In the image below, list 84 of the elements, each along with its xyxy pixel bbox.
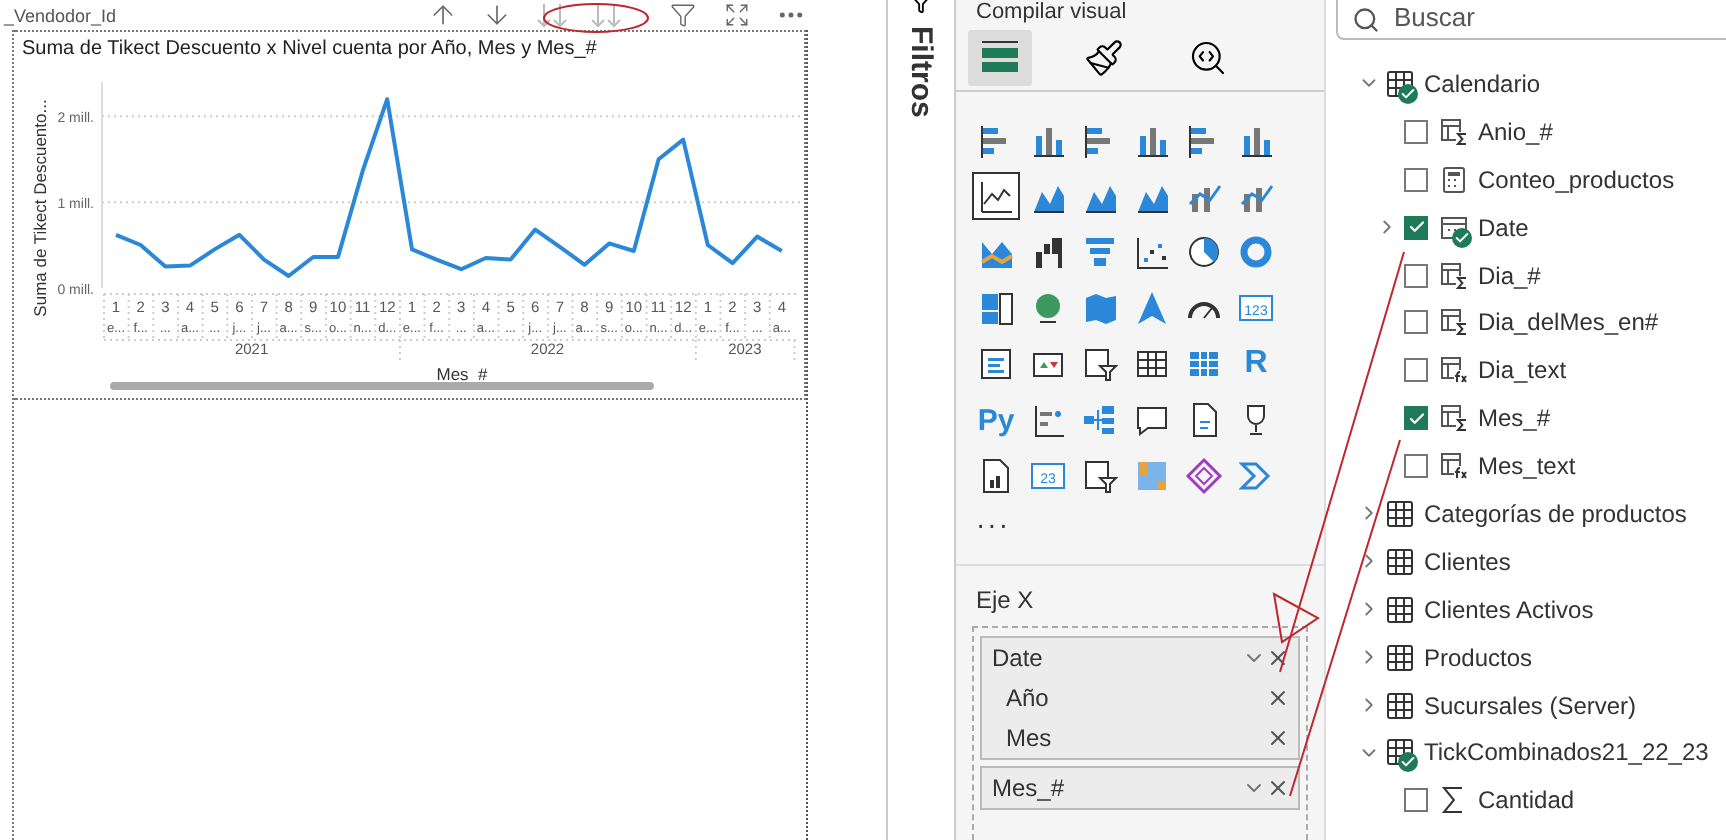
field-item[interactable]: Anio_# [1336,107,1726,156]
donut-chart-icon [1236,232,1276,272]
fields-grid-icon [978,37,1022,77]
line-chart-visual[interactable] [14,30,806,400]
treemap-icon [976,288,1016,328]
field-item[interactable]: Mes_text [1336,442,1726,491]
field-item[interactable]: Mes_# [1336,394,1726,443]
line-chart-icon [976,176,1016,216]
checkbox[interactable] [1404,310,1428,335]
numeric-field-icon [1440,308,1468,337]
table-item[interactable]: Sucursales (Server) [1336,681,1726,729]
more-visuals-button[interactable]: ··· [976,508,1324,544]
field-pill[interactable]: Mes_# [980,766,1300,810]
search-icon [1352,6,1380,34]
table-icon [1386,643,1414,672]
numeric-field-icon [1440,404,1468,433]
checkbox[interactable] [1404,788,1428,813]
focus-mode-icon[interactable] [724,2,750,28]
pane-title: Compilar visual [976,0,1129,24]
arrow-down-icon[interactable] [482,0,512,30]
build-visual-tab[interactable] [968,29,1032,85]
analytics-icon[interactable] [1188,37,1228,77]
calculated-field-icon [1440,452,1468,481]
checkbox[interactable] [1404,406,1428,431]
field-item[interactable]: Cantidad [1336,776,1726,825]
table-item[interactable]: TickCombinados21_22_23 [1336,728,1726,777]
table-item[interactable]: Calendario [1336,60,1726,108]
double-arrow-down-icon[interactable] [535,1,567,29]
field-item[interactable]: Dia_delMes_en# [1336,298,1726,347]
field-pill[interactable]: Date Año Mes [980,636,1300,760]
filter-field-label[interactable]: _Vendodor_Id [4,5,416,25]
field-well[interactable]: Date Año Mes Mes_# [972,626,1308,840]
table-icon [1386,547,1414,576]
diamond-icon [1184,456,1224,496]
arrow-icon [1132,288,1172,328]
chart-title: Suma de Tikect Descuento x Nivel cuenta por Año, Mes y Mes_# [22,38,597,60]
field-item[interactable]: Date [1336,203,1726,252]
table-item[interactable]: Clientes [1336,537,1726,586]
table-icon [1386,691,1414,720]
checkbox[interactable] [1404,215,1428,240]
checkbox[interactable] [1404,167,1428,192]
checkbox[interactable] [1404,454,1428,479]
field-item[interactable]: Dia_# [1336,251,1726,299]
filters-pane-title[interactable]: Filtros [904,26,938,118]
annotation-ellipse [540,0,652,36]
list-card-icon [976,344,1016,384]
checkbox[interactable] [1404,358,1428,383]
slicer-icon [1080,456,1120,496]
numeric-field-icon [1440,117,1468,146]
well-label: Eje X [976,586,1036,614]
tree-icon [1080,400,1120,440]
slicer-icon [1080,344,1120,384]
field-name: Año [1006,684,1051,712]
map-icon [1080,288,1120,328]
double-arrow-down-icon[interactable] [589,1,621,29]
close-icon[interactable] [1266,686,1290,710]
field-item[interactable]: Dia_text [1336,346,1726,395]
close-icon[interactable] [1266,646,1290,670]
sigma-icon [1440,786,1468,815]
field-name: Date [992,644,1045,672]
table-item[interactable]: Categorías de productos [1336,490,1726,538]
visual-type-button[interactable] [972,172,1020,220]
search-field[interactable]: Buscar [1336,0,1726,40]
close-icon[interactable] [1266,776,1290,800]
app-icon [1132,456,1172,496]
funnel-chart-icon [1080,232,1120,272]
numeric-field-icon [1440,261,1468,289]
scatter-chart-icon [1132,232,1172,272]
checkbox[interactable] [1404,119,1428,144]
field-name: Mes [1006,724,1054,752]
table-item[interactable]: Productos [1336,633,1726,682]
table-icon [1386,499,1414,528]
field-name: Mes_# [992,774,1067,802]
calculated-field-icon [1440,356,1468,385]
pie-chart-icon [1184,232,1224,272]
calculator-icon [1440,165,1468,194]
scrollbar[interactable] [110,382,654,390]
close-icon[interactable] [1266,726,1290,750]
table-icon [1386,595,1414,624]
field-item[interactable]: Conteo_productos [1336,155,1726,204]
paintbrush-icon[interactable] [1084,37,1124,77]
table-item[interactable]: Clientes Activos [1336,585,1726,634]
y-axis-title: Suma de Tikect Descuento... [30,99,50,317]
checkbox[interactable] [1404,263,1428,287]
